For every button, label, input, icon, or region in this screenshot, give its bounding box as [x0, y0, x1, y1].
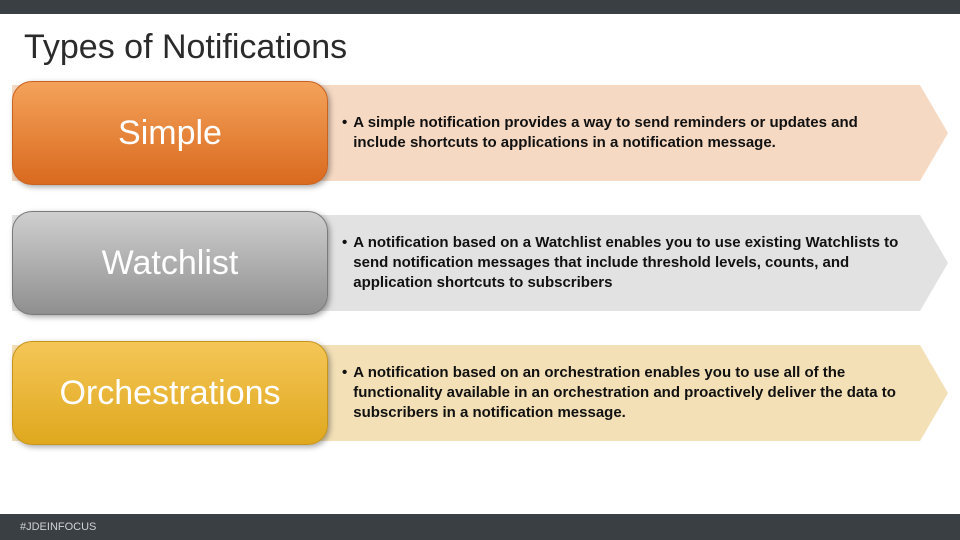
footer-hashtag: #JDEINFOCUS	[20, 521, 96, 533]
top-bar	[0, 0, 960, 14]
bullet-icon: •	[342, 233, 347, 294]
desc-text: A notification based on an orchestration…	[353, 363, 904, 424]
footer-bar: #JDEINFOCUS	[0, 514, 960, 540]
row-simple: Simple • A simple notification provides …	[12, 81, 948, 185]
desc-text: A notification based on a Watchlist enab…	[353, 233, 904, 294]
pill-label: Watchlist	[102, 244, 239, 283]
bullet-icon: •	[342, 113, 347, 154]
row-orchestrations: Orchestrations • A notification based on…	[12, 341, 948, 445]
row-watchlist: Watchlist • A notification based on a Wa…	[12, 211, 948, 315]
pill-orchestrations: Orchestrations	[12, 341, 328, 445]
page-title: Types of Notifications	[0, 14, 960, 77]
pill-watchlist: Watchlist	[12, 211, 328, 315]
pill-label: Simple	[118, 114, 222, 153]
desc-orchestrations: • A notification based on an orchestrati…	[328, 341, 948, 445]
desc-simple: • A simple notification provides a way t…	[328, 81, 948, 185]
pill-label: Orchestrations	[59, 374, 280, 413]
pill-simple: Simple	[12, 81, 328, 185]
bullet-icon: •	[342, 363, 347, 424]
desc-watchlist: • A notification based on a Watchlist en…	[328, 211, 948, 315]
notification-rows: Simple • A simple notification provides …	[0, 77, 960, 445]
desc-text: A simple notification provides a way to …	[353, 113, 904, 154]
